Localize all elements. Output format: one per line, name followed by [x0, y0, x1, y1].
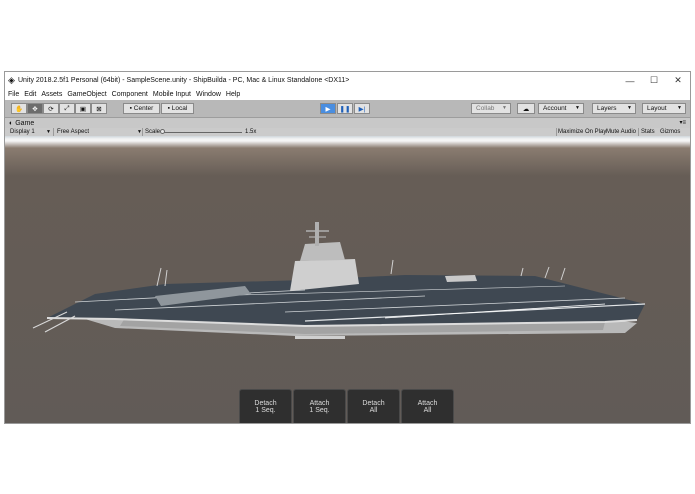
- deck-block: [445, 275, 477, 282]
- deck-antenna: [390, 259, 394, 275]
- attach-1-seq-button[interactable]: Attach 1 Seq.: [293, 389, 346, 423]
- separator: [53, 128, 54, 136]
- aspect-dropdown[interactable]: Free Aspect: [57, 128, 89, 136]
- window-title: Unity 2018.2.5f1 Personal (64bit) - Samp…: [18, 77, 350, 84]
- unity-editor-window: ◈ Unity 2018.2.5f1 Personal (64bit) - Sa…: [4, 71, 691, 424]
- maximize-on-play-toggle[interactable]: Maximize On Play: [558, 128, 606, 136]
- separator: [638, 128, 639, 136]
- attach-all-button[interactable]: Attach All: [401, 389, 454, 423]
- menu-bar: File Edit Assets GameObject Component Mo…: [5, 89, 690, 100]
- pivot-local-button[interactable]: ▪ Local: [161, 103, 194, 114]
- collab-label: Collab: [476, 105, 495, 112]
- chevron-down-icon: ▼: [502, 105, 507, 111]
- detach-all-button[interactable]: Detach All: [347, 389, 400, 423]
- hull-catwalk: [295, 336, 345, 339]
- play-icon[interactable]: ▶: [320, 103, 336, 114]
- detach-1-seq-button[interactable]: Detach 1 Seq.: [239, 389, 292, 423]
- scale-tool-icon[interactable]: ⤢: [59, 103, 75, 114]
- bow-boom: [32, 311, 68, 329]
- menu-assets[interactable]: Assets: [41, 91, 62, 98]
- scale-label: Scale: [145, 129, 161, 135]
- hand-tool-icon[interactable]: ✋: [11, 103, 27, 114]
- gizmos-dropdown[interactable]: Gizmos: [660, 128, 680, 136]
- attach-1-seq-line2: 1 Seq.: [309, 407, 330, 414]
- scale-value: 1.5x: [245, 129, 257, 135]
- game-tab-icon: ◐: [9, 119, 14, 127]
- menu-gameobject[interactable]: GameObject: [67, 91, 106, 98]
- menu-component[interactable]: Component: [112, 91, 148, 98]
- pause-icon[interactable]: ❚❚: [337, 103, 353, 114]
- deck-antenna: [164, 269, 168, 287]
- detach-all-line1: Detach: [362, 400, 385, 407]
- step-icon[interactable]: ▶|: [354, 103, 370, 114]
- game-viewport[interactable]: Detach 1 Seq. Attach 1 Seq. Detach All A…: [5, 136, 690, 423]
- layout-dropdown[interactable]: Layout ▼: [642, 103, 686, 114]
- rotate-tool-icon[interactable]: ⟳: [43, 103, 59, 114]
- main-toolbar: ✋ ✥ ⟳ ⤢ ▣ ⊠ ▪ Center ▪ Local ▶ ❚❚ ▶| Col…: [5, 100, 690, 118]
- deck-antenna: [156, 267, 162, 287]
- chevron-down-icon: ▼: [575, 105, 580, 111]
- menu-help[interactable]: Help: [226, 91, 240, 98]
- attach-all-line1: Attach: [417, 400, 438, 407]
- separator: [142, 128, 143, 136]
- attach-all-line2: All: [423, 407, 432, 414]
- detach-1-seq-line1: Detach: [254, 400, 277, 407]
- display-dropdown[interactable]: Display 1: [10, 128, 35, 136]
- deck-antenna: [560, 267, 566, 281]
- minimize-icon[interactable]: —: [617, 72, 643, 89]
- layout-label: Layout: [647, 105, 667, 112]
- scale-slider-track[interactable]: [162, 132, 242, 133]
- maximize-icon[interactable]: ☐: [641, 72, 667, 89]
- cloud-icon[interactable]: ☁: [517, 103, 535, 114]
- scale-slider-thumb[interactable]: [160, 129, 165, 134]
- deck-antenna: [520, 267, 524, 277]
- transform-tool-icon[interactable]: ⊠: [91, 103, 107, 114]
- attach-1-seq-line1: Attach: [309, 400, 330, 407]
- title-bar: ◈ Unity 2018.2.5f1 Personal (64bit) - Sa…: [5, 72, 690, 89]
- move-tool-icon[interactable]: ✥: [27, 103, 43, 114]
- account-label: Account: [543, 105, 567, 112]
- local-icon: ▪: [167, 105, 170, 112]
- collab-dropdown[interactable]: Collab ▼: [471, 103, 511, 114]
- menu-edit[interactable]: Edit: [24, 91, 36, 98]
- menu-file[interactable]: File: [8, 91, 19, 98]
- separator: [556, 128, 557, 136]
- tab-menu-icon[interactable]: ▾≡: [679, 119, 686, 126]
- island-mast: [315, 222, 319, 246]
- stats-toggle[interactable]: Stats: [641, 128, 655, 136]
- menu-mobile-input[interactable]: Mobile Input: [153, 91, 191, 98]
- account-dropdown[interactable]: Account ▼: [538, 103, 584, 114]
- game-tab-bar: ◐ Game ▾≡: [5, 118, 690, 128]
- pivot-icon: ▪: [129, 105, 132, 112]
- rect-tool-icon[interactable]: ▣: [75, 103, 91, 114]
- pivot-center-button[interactable]: ▪ Center: [123, 103, 160, 114]
- chevron-down-icon: ▼: [46, 129, 51, 135]
- chevron-down-icon: ▼: [677, 105, 682, 111]
- tab-game[interactable]: Game: [15, 120, 34, 127]
- island-upper: [300, 242, 345, 261]
- layers-dropdown[interactable]: Layers ▼: [592, 103, 636, 114]
- local-label: Local: [171, 105, 188, 112]
- aircraft-carrier-model: [32, 222, 646, 339]
- unity-logo-icon: ◈: [8, 75, 15, 85]
- detach-1-seq-line2: 1 Seq.: [255, 407, 276, 414]
- deck-antenna: [544, 266, 550, 279]
- layers-label: Layers: [597, 105, 617, 112]
- chevron-down-icon: ▼: [627, 105, 632, 111]
- menu-window[interactable]: Window: [196, 91, 221, 98]
- close-icon[interactable]: ✕: [665, 72, 690, 89]
- pivot-label: Center: [133, 105, 154, 112]
- detach-all-line2: All: [369, 407, 378, 414]
- mute-audio-toggle[interactable]: Mute Audio: [606, 128, 636, 136]
